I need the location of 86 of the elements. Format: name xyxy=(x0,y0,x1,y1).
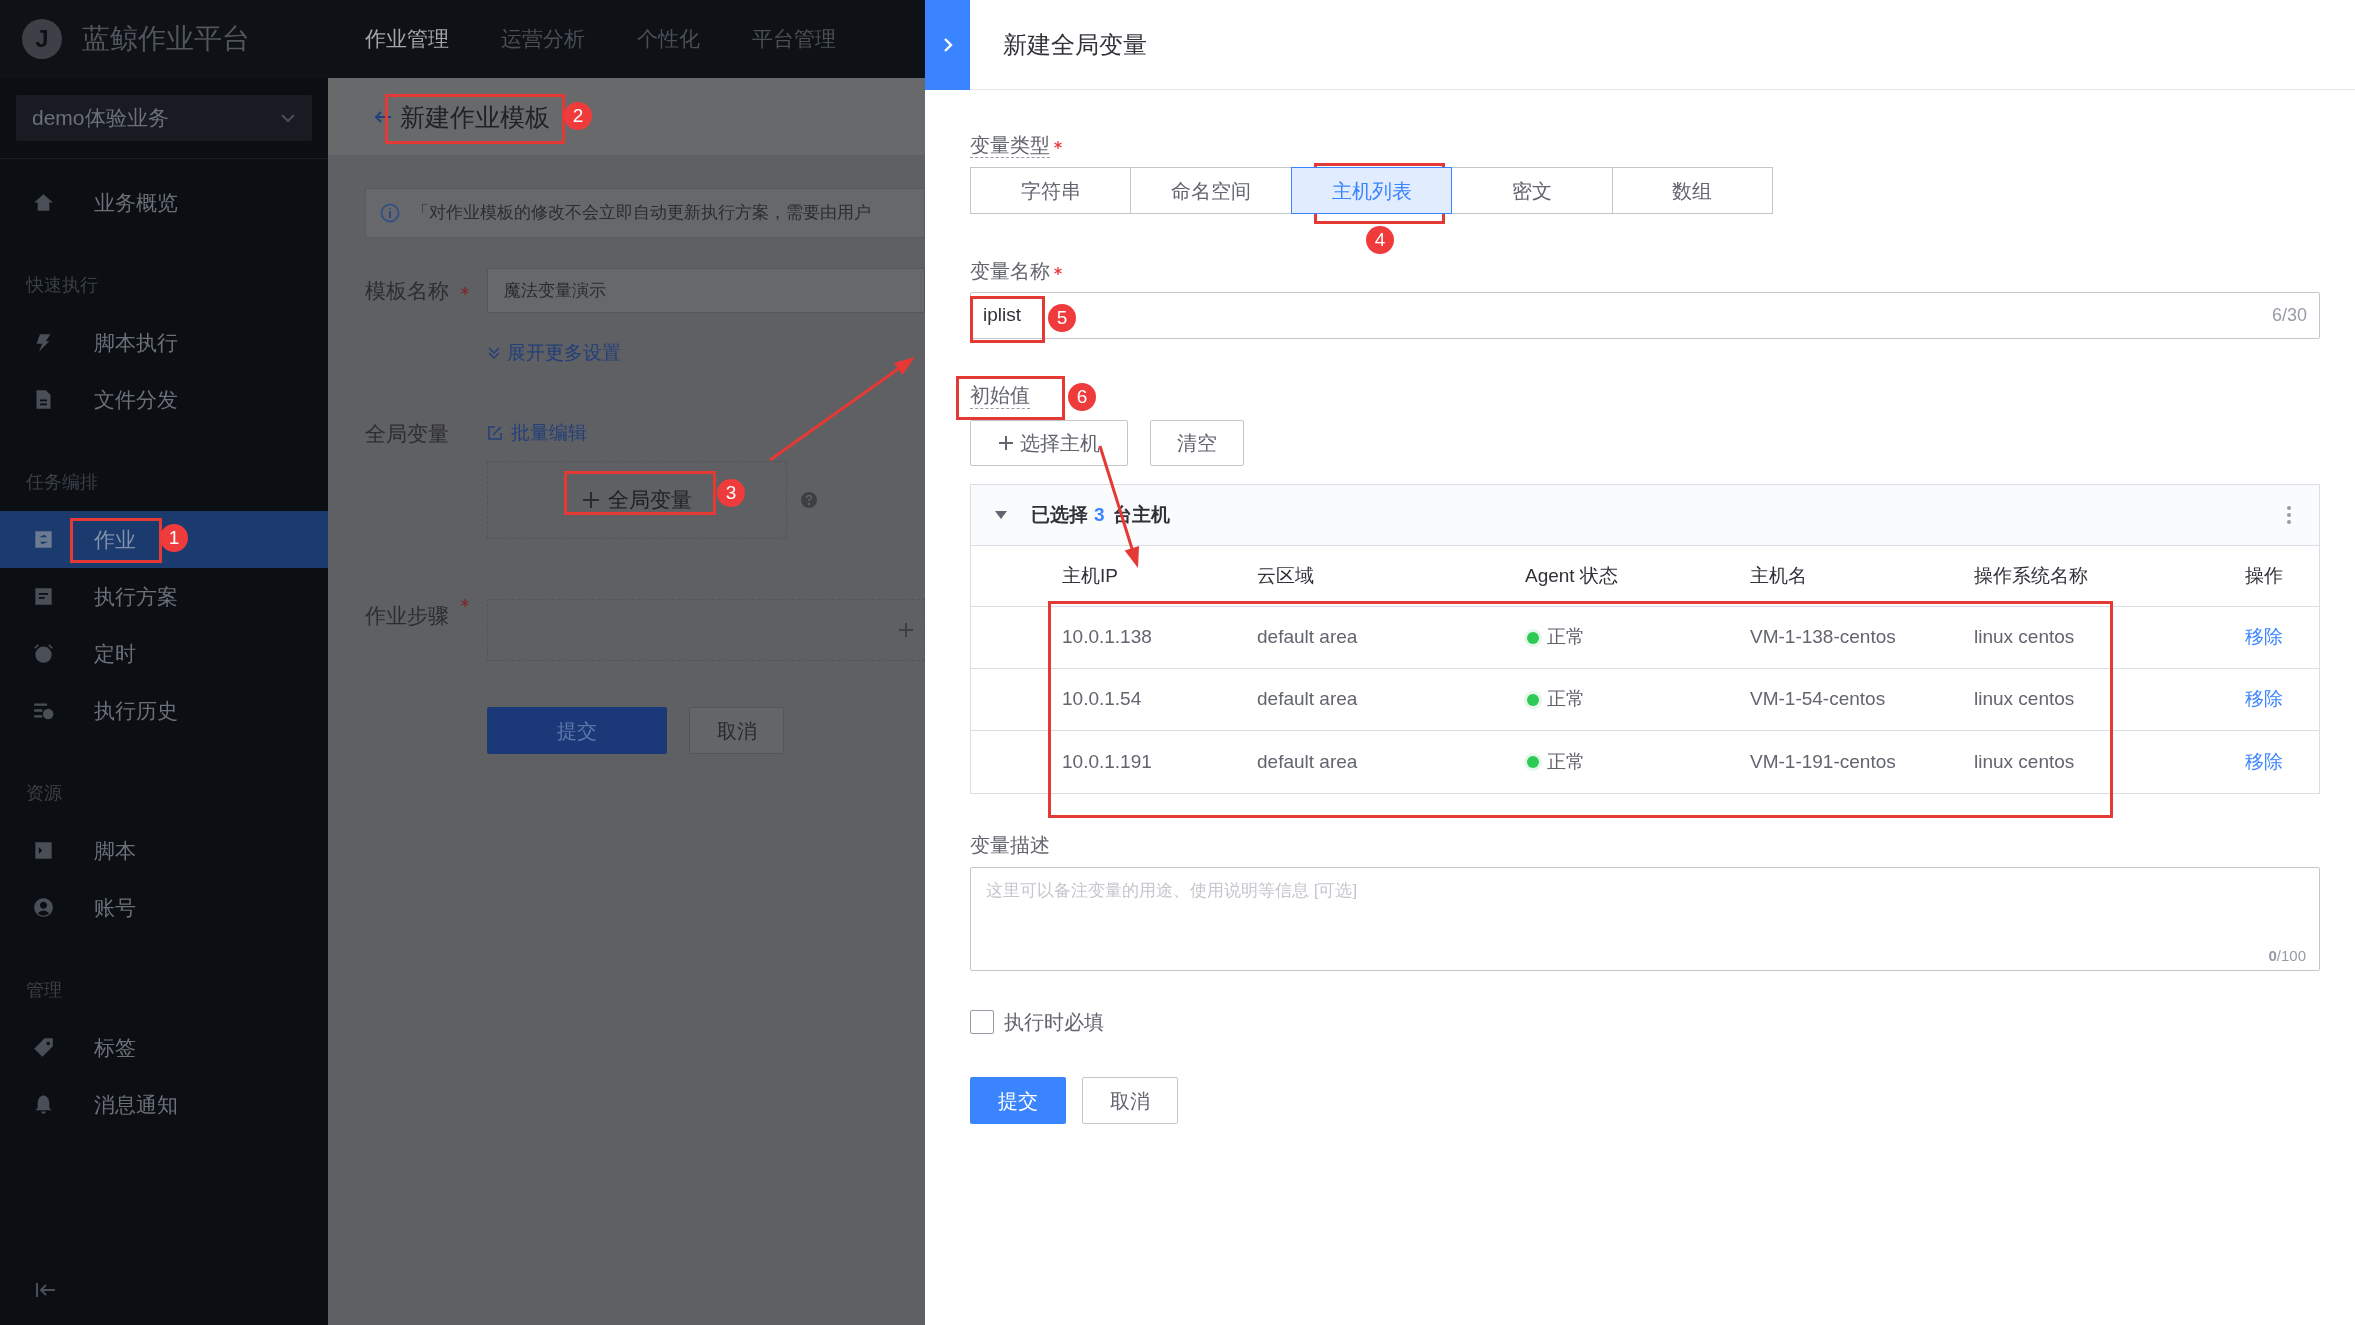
remove-link[interactable]: 移除 xyxy=(2245,747,2319,777)
table-cell-text: 10.0.1.138 xyxy=(1062,625,1153,650)
table-cell-text: linux centos xyxy=(1974,749,2076,774)
sidebar-item[interactable]: 账号 xyxy=(0,879,328,936)
plus-icon[interactable] xyxy=(898,622,914,638)
edit-icon xyxy=(487,425,503,442)
type-tab[interactable]: 主机列表 xyxy=(1290,167,1453,214)
type-tab[interactable]: 密文 xyxy=(1451,167,1613,214)
home-icon xyxy=(33,192,54,213)
host-count-label: 已选择 xyxy=(1031,502,1088,527)
sidebar-item[interactable]: 脚本执行 xyxy=(0,314,328,371)
field-label: 变量类型 xyxy=(970,132,1050,158)
field-label: 变量描述 xyxy=(970,833,1051,858)
type-tab[interactable]: 命名空间 xyxy=(1130,167,1292,214)
table-cell-text: linux centos xyxy=(1974,625,2076,650)
table-cell-text: default area xyxy=(1257,749,1359,774)
nav-tab[interactable]: 平台管理 xyxy=(752,23,836,55)
chevron-down-icon xyxy=(280,113,296,123)
column-header: 主机IP xyxy=(1062,563,1119,588)
sidebar-item[interactable]: 执行历史 xyxy=(0,682,328,739)
app-title: 蓝鲸作业平台 xyxy=(82,22,250,56)
table-cell-text: default area xyxy=(1257,687,1359,712)
sidebar-item[interactable]: 脚本 xyxy=(0,822,328,879)
column-header: 操作 xyxy=(2245,563,2284,588)
collapse-icon[interactable] xyxy=(35,1282,57,1298)
checkbox-label[interactable]: 执行时必填 xyxy=(1004,1007,1104,1037)
table-cell-text: VM-1-138-centos xyxy=(1750,625,1897,650)
table-cell-text: default area xyxy=(1257,625,1359,650)
column-header: Agent 状态 xyxy=(1525,563,1619,588)
status-text: 正常 xyxy=(1547,687,1585,712)
type-tab[interactable]: 字符串 xyxy=(970,167,1132,214)
page-title: 新建作业模板 xyxy=(400,103,550,130)
sidebar-item[interactable]: 文件分发 xyxy=(0,371,328,428)
business-select[interactable]: demo体验业务 xyxy=(16,95,312,141)
status-text: 正常 xyxy=(1547,625,1585,650)
field-label: 初始值 xyxy=(970,383,1030,409)
submit-button[interactable]: 提交 xyxy=(487,707,667,754)
field-label: 变量名称 xyxy=(970,259,1050,284)
nav-tab[interactable]: 个性化 xyxy=(637,23,700,55)
template-name-field[interactable]: 魔法变量演示 xyxy=(487,268,925,313)
bell-icon xyxy=(33,1094,54,1115)
clear-button[interactable]: 清空 xyxy=(1150,420,1244,466)
host-count: 3 xyxy=(1094,502,1105,527)
sidebar-item[interactable]: 标签 xyxy=(0,1019,328,1076)
notice-text: 「对作业模板的修改不会立即自动更新执行方案，需要由用户 xyxy=(412,202,871,225)
table-cell-text: VM-1-191-centos xyxy=(1750,749,1897,774)
table-cell-text: VM-1-54-centos xyxy=(1750,687,1887,712)
nav-tab[interactable]: 作业管理 xyxy=(365,23,449,55)
remove-link[interactable]: 移除 xyxy=(2245,623,2319,652)
type-tab[interactable]: 数组 xyxy=(1611,167,1774,214)
info-icon xyxy=(380,203,400,223)
column-header: 云区域 xyxy=(1257,563,1315,588)
chevron-right-icon xyxy=(942,36,953,53)
more-icon[interactable] xyxy=(2287,506,2291,524)
sidebar-item[interactable]: 定时 xyxy=(0,625,328,682)
caret-icon[interactable] xyxy=(994,510,1008,520)
character-counter: 6/30 xyxy=(2271,304,2307,327)
add-global-variable-button[interactable]: 全局变量 xyxy=(582,484,692,516)
select-hosts-button[interactable]: 选择主机 xyxy=(970,420,1128,466)
back-arrow-icon[interactable] xyxy=(374,109,392,124)
sidebar-item[interactable]: 消息通知 xyxy=(0,1076,328,1133)
table-cell-text: 10.0.1.191 xyxy=(1062,749,1153,774)
remove-link[interactable]: 移除 xyxy=(2245,685,2319,714)
status-text: 正常 xyxy=(1547,749,1585,774)
user-icon xyxy=(33,897,54,918)
sidebar-item[interactable]: 执行方案 xyxy=(0,568,328,625)
column-header: 操作系统名称 xyxy=(1974,563,2089,588)
checkbox[interactable] xyxy=(970,1010,994,1034)
tag-icon xyxy=(33,1037,54,1058)
submit-button[interactable]: 提交 xyxy=(970,1077,1066,1124)
plus-icon xyxy=(998,435,1014,451)
help-icon[interactable] xyxy=(800,491,818,509)
table-cell-text: linux centos xyxy=(1974,687,2076,712)
cancel-button[interactable]: 取消 xyxy=(1082,1077,1178,1124)
sidebar-item[interactable]: 业务概览 xyxy=(0,174,328,231)
nav-tab[interactable]: 运营分析 xyxy=(501,23,585,55)
drawer-title: 新建全局变量 xyxy=(1003,29,1147,60)
plus-icon xyxy=(582,491,600,509)
terminal-icon xyxy=(33,840,54,861)
double-chevron-icon xyxy=(487,346,501,361)
alarm-clock-icon xyxy=(33,643,54,664)
column-header: 主机名 xyxy=(1750,563,1808,588)
cancel-button[interactable]: 取消 xyxy=(689,707,784,754)
table-cell-text: 10.0.1.54 xyxy=(1062,687,1143,712)
checklist-icon xyxy=(33,586,54,607)
character-counter: 0/100 xyxy=(2268,945,2306,966)
